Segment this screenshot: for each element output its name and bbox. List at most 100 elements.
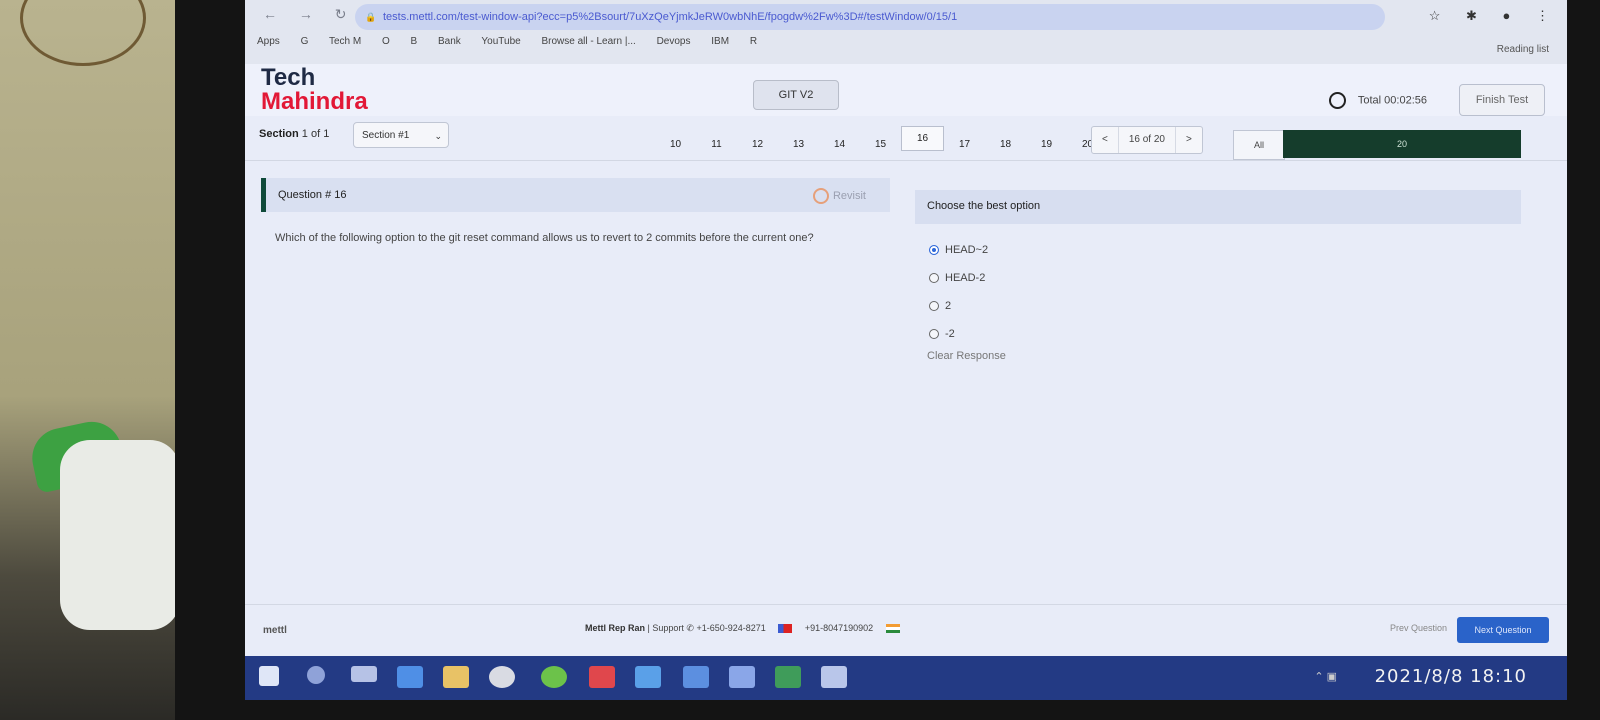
- question-number[interactable]: 19: [1026, 139, 1067, 150]
- total-timer: Total 00:02:56: [1328, 92, 1427, 109]
- next-question-button[interactable]: Next Question: [1457, 617, 1549, 643]
- bookmark-google[interactable]: G: [301, 36, 309, 47]
- taskbar-datetime: 2021/8/8 18:10: [1374, 666, 1527, 687]
- chevron-down-icon: ⌄: [434, 131, 442, 141]
- option-4[interactable]: -2: [929, 320, 988, 348]
- support-name: Mettl Rep Ran: [585, 623, 646, 633]
- question-number[interactable]: 17: [944, 139, 985, 150]
- progress-bar: 20: [1283, 130, 1521, 158]
- monitor-screen: ← → ↻ tests.mettl.com/test-window-api?ec…: [245, 0, 1567, 700]
- finish-test-button[interactable]: Finish Test: [1459, 84, 1545, 116]
- pager-prev-button[interactable]: <: [1092, 127, 1119, 153]
- forward-arrow-icon[interactable]: →: [299, 6, 313, 22]
- search-icon[interactable]: [307, 666, 325, 684]
- section-label: Section 1 of 1: [259, 128, 329, 140]
- support-phone-us[interactable]: +1-650-924-8271: [696, 623, 765, 633]
- tech-mahindra-logo: Tech Mahindra: [261, 66, 368, 114]
- system-tray-icons: ⌃ ▣: [1314, 671, 1337, 683]
- option-label: HEAD~2: [945, 244, 989, 256]
- question-number[interactable]: 10: [655, 139, 696, 150]
- option-label: -2: [945, 328, 955, 340]
- bottle-body: [60, 440, 180, 630]
- revisit-icon: [812, 188, 829, 204]
- bookmarks-bar: Apps G Tech M O B Bank YouTube Browse al…: [257, 36, 775, 47]
- support-label: | Support: [647, 623, 684, 633]
- star-icon[interactable]: ☆: [1429, 8, 1441, 23]
- app-icon[interactable]: [589, 666, 615, 688]
- browser-nav: ← → ↻: [263, 6, 365, 23]
- bookmark-devops[interactable]: Devops: [657, 36, 691, 47]
- reload-icon[interactable]: ↻: [335, 6, 347, 22]
- question-number[interactable]: 14: [819, 139, 860, 150]
- file-explorer-icon[interactable]: [443, 666, 469, 688]
- pager-value[interactable]: 16 of 20: [1119, 127, 1176, 153]
- section-bar: Section 1 of 1 Section #1 ⌄ 10 11 12 13 14 15…: [245, 118, 1567, 161]
- question-number[interactable]: 12: [737, 139, 778, 150]
- question-number[interactable]: 13: [778, 139, 819, 150]
- mettl-logo: mettl: [263, 625, 287, 636]
- revisit-button[interactable]: Revisit: [812, 188, 866, 204]
- word-icon[interactable]: [683, 666, 709, 688]
- excel-icon[interactable]: [775, 666, 801, 688]
- address-bar[interactable]: tests.mettl.com/test-window-api?ecc=p5%2…: [355, 4, 1385, 30]
- question-number[interactable]: 11: [696, 139, 737, 150]
- extensions-icon[interactable]: ✱: [1466, 8, 1477, 23]
- section-info: 1 of 1: [301, 128, 330, 140]
- option-1[interactable]: HEAD~2: [929, 236, 988, 264]
- app-icon[interactable]: [729, 666, 755, 688]
- support-info: Mettl Rep Ran | Support ✆ +1-650-924-827…: [585, 623, 910, 634]
- cable: [20, 0, 146, 66]
- test-name-badge[interactable]: GIT V2: [753, 80, 839, 110]
- back-arrow-icon[interactable]: ←: [263, 6, 277, 22]
- us-flag-icon: [778, 624, 793, 634]
- support-phone-in[interactable]: +91-8047190902: [805, 623, 873, 633]
- bookmark-youtube[interactable]: YouTube: [481, 36, 520, 47]
- radio-icon[interactable]: [929, 273, 939, 283]
- windows-taskbar: ⌃ ▣ 2021/8/8 18:10: [245, 656, 1567, 700]
- app-icon[interactable]: [821, 666, 847, 688]
- bookmark-ibm[interactable]: IBM: [711, 36, 729, 47]
- option-2[interactable]: HEAD-2: [929, 264, 988, 292]
- options-header: Choose the best option: [915, 190, 1521, 224]
- filter-all-button[interactable]: All: [1233, 130, 1285, 160]
- question-pager: <16 of 20 >: [1091, 126, 1203, 154]
- bookmark-browse-all[interactable]: Browse all - Learn |...: [541, 36, 635, 47]
- profile-icon[interactable]: ●: [1503, 8, 1511, 23]
- option-3[interactable]: 2: [929, 292, 988, 320]
- question-number[interactable]: 18: [985, 139, 1026, 150]
- bookmark-o[interactable]: O: [382, 36, 390, 47]
- section-select-value: Section #1: [362, 130, 410, 141]
- clear-response-link[interactable]: Clear Response: [927, 350, 1006, 362]
- india-flag-icon: [885, 624, 900, 634]
- bookmark-bank[interactable]: Bank: [438, 36, 461, 47]
- reading-list-button[interactable]: Reading list: [1497, 44, 1549, 55]
- radio-selected-icon[interactable]: [929, 245, 939, 255]
- footer-bar: mettl Mettl Rep Ran | Support ✆ +1-650-9…: [245, 604, 1567, 655]
- edge-icon[interactable]: [635, 666, 661, 688]
- app-icon[interactable]: [489, 666, 515, 688]
- radio-icon[interactable]: [929, 329, 939, 339]
- prev-question-button[interactable]: Prev Question: [1390, 623, 1447, 633]
- logo-line-1: Tech: [261, 64, 316, 91]
- bookmark-apps[interactable]: Apps: [257, 36, 280, 47]
- bookmark-b[interactable]: B: [411, 36, 418, 47]
- radio-icon[interactable]: [929, 301, 939, 311]
- windows-start-icon[interactable]: [259, 666, 279, 686]
- bookmark-techm[interactable]: Tech M: [329, 36, 361, 47]
- task-view-icon[interactable]: [351, 666, 377, 682]
- desk-background: [0, 0, 182, 720]
- app-icon[interactable]: [397, 666, 423, 688]
- pager-next-button[interactable]: >: [1176, 127, 1202, 153]
- bookmark-r[interactable]: R: [750, 36, 757, 47]
- question-header: Question # 16 Revisit: [261, 178, 890, 212]
- timer-text: Total 00:02:56: [1357, 94, 1427, 107]
- question-number[interactable]: 15: [860, 139, 901, 150]
- question-number-active[interactable]: 16: [901, 126, 944, 151]
- options-title: Choose the best option: [927, 200, 1041, 212]
- option-label: 2: [945, 300, 952, 312]
- app-header: Tech Mahindra GIT V2 Total 00:02:56 Fini…: [245, 64, 1567, 116]
- phone-icon: ✆: [686, 623, 694, 633]
- menu-icon[interactable]: ⋮: [1536, 8, 1549, 23]
- section-select[interactable]: Section #1 ⌄: [353, 122, 449, 148]
- chrome-icon[interactable]: [541, 666, 567, 688]
